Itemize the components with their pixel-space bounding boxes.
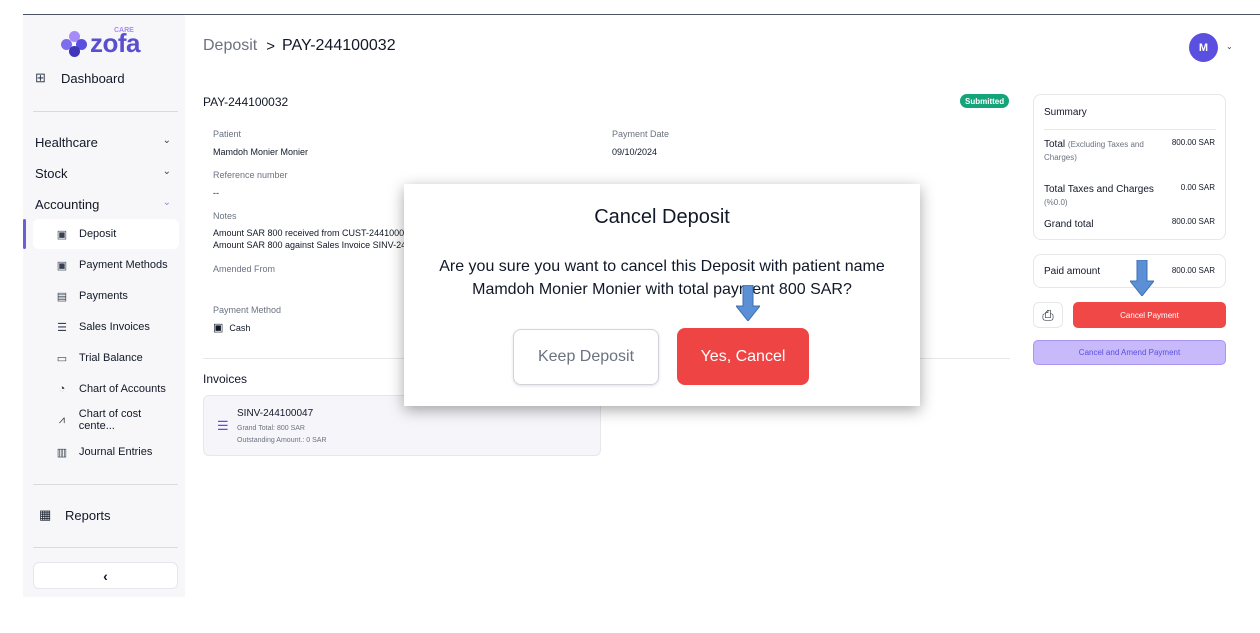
payment-date-value: 09/10/2024: [612, 147, 658, 157]
sidebar-item-payments[interactable]: ▤ Payments: [33, 281, 179, 311]
sidebar-group-accounting[interactable]: Accounting ⌄: [35, 197, 171, 212]
amended-from-label: Amended From: [213, 264, 276, 274]
invoice-grand-total: Grand Total: 800 SAR: [237, 425, 305, 432]
chevron-down-icon: ⌄: [162, 135, 171, 146]
printer-icon: ⎙: [1042, 306, 1054, 323]
breadcrumb-current: PAY-244100032: [282, 37, 396, 54]
summary-taxes-label: Total Taxes and Charges (%0.0): [1044, 183, 1154, 209]
patient-label: Patient: [213, 129, 242, 139]
sidebar-item-label: Journal Entries: [79, 446, 153, 458]
chevron-down-icon: ⌄: [162, 166, 171, 177]
sidebar-item-sales-invoices[interactable]: ☰ Sales Invoices: [33, 312, 179, 342]
collapse-sidebar-button[interactable]: ‹: [33, 562, 178, 589]
sidebar-item-payment-methods[interactable]: ▣ Payment Methods: [33, 250, 179, 280]
print-button[interactable]: ⎙: [1033, 302, 1063, 328]
chevron-left-icon: ‹: [103, 567, 108, 584]
summary-divider: [1044, 129, 1216, 130]
document-id: PAY-244100032: [203, 95, 289, 109]
sidebar-group-healthcare[interactable]: Healthcare ⌄: [35, 135, 171, 150]
sidebar-item-label: Chart of cost cente...: [78, 408, 142, 432]
sidebar-item-journal-entries[interactable]: ▥ Journal Entries: [33, 437, 179, 467]
summary-taxes-value: 0.00 SAR: [1180, 183, 1215, 192]
summary-grand-value: 800.00 SAR: [1171, 217, 1215, 226]
invoices-title: Invoices: [203, 372, 248, 386]
cash-icon: ▣: [56, 259, 68, 272]
sidebar-item-trial-balance[interactable]: ▭ Trial Balance: [33, 343, 179, 373]
sidebar-group-label: Stock: [35, 166, 68, 181]
summary-taxes-note: (%0.0): [1044, 198, 1068, 207]
status-badge: Submitted: [960, 94, 1010, 108]
sidebar-item-label: Payment Methods: [79, 259, 168, 271]
reference-label: Reference number: [213, 170, 288, 180]
report-icon: ▦: [39, 507, 52, 522]
summary-grand-label: Grand total: [1044, 219, 1094, 230]
sidebar-item-label: Deposit: [79, 228, 117, 240]
reference-value: --: [213, 188, 219, 198]
summary-total-value: 800.00 SAR: [1171, 138, 1215, 147]
summary-total-label: Total (Excluding Taxes and Charges): [1044, 138, 1159, 164]
invoice-id: SINV-244100047: [237, 408, 314, 419]
paid-amount-value: 800.00 SAR: [1171, 266, 1215, 275]
sidebar-divider: [33, 547, 178, 548]
sidebar-item-reports[interactable]: ▦ Reports: [39, 507, 111, 523]
invoice-outstanding: Outstanding Amount.: 0 SAR: [237, 437, 327, 444]
yes-cancel-button[interactable]: Yes, Cancel: [677, 328, 809, 385]
summary-title: Summary: [1044, 107, 1087, 118]
chevron-up-icon: ⌄: [162, 197, 171, 208]
clipboard-icon: ▥: [56, 446, 68, 459]
cancel-deposit-dialog: Cancel Deposit Are you sure you want to …: [404, 184, 920, 406]
logo-care-label: CARE: [114, 27, 134, 34]
document-icon: ☰: [217, 418, 229, 433]
cancel-amend-payment-button[interactable]: Cancel and Amend Payment: [1033, 340, 1226, 365]
sidebar-group-stock[interactable]: Stock ⌄: [35, 166, 171, 181]
annotation-arrow-icon: [1130, 260, 1154, 296]
avatar[interactable]: M: [1189, 33, 1218, 62]
payment-method-value: ▣ Cash: [213, 322, 250, 334]
sidebar-divider: [33, 484, 178, 485]
chevron-down-icon[interactable]: ⌄: [1226, 42, 1233, 51]
summary-panel: Summary Total (Excluding Taxes and Charg…: [1033, 94, 1226, 240]
cancel-payment-button[interactable]: Cancel Payment: [1073, 302, 1226, 328]
notes-line-1: Amount SAR 800 received from CUST-244100…: [213, 228, 405, 238]
pie-chart-icon: ◔: [58, 383, 66, 395]
dialog-message: Are you sure you want to cancel this Dep…: [439, 258, 885, 298]
sidebar-item-deposit[interactable]: ▣ Deposit: [23, 219, 179, 249]
sidebar-item-label: Reports: [65, 507, 111, 523]
sidebar-group-label: Healthcare: [35, 135, 98, 150]
payment-date-label: Payment Date: [612, 129, 670, 139]
sidebar-item-label: Trial Balance: [79, 352, 143, 364]
cash-icon: ▣: [56, 228, 68, 241]
sidebar-item-cost-centers[interactable]: ⩘ Chart of cost cente...: [33, 405, 179, 435]
keep-deposit-button[interactable]: Keep Deposit: [513, 329, 659, 385]
receipt-icon: ▤: [56, 290, 68, 303]
notes-line-2: Amount SAR 800 against Sales Invoice SIN…: [213, 240, 407, 250]
notes-label: Notes: [213, 211, 237, 221]
sidebar-item-dashboard[interactable]: ⊞ Dashboard: [35, 70, 125, 86]
summary-total-text: Total: [1044, 139, 1066, 150]
summary-taxes-text: Total Taxes and Charges: [1044, 184, 1154, 195]
sidebar-item-chart-of-accounts[interactable]: ◔ Chart of Accounts: [33, 374, 179, 404]
breadcrumb-separator: >: [266, 37, 276, 55]
payment-method-text: Cash: [229, 323, 251, 333]
sidebar-item-label: Sales Invoices: [79, 321, 150, 333]
sidebar-item-label: Chart of Accounts: [79, 383, 166, 395]
grid-icon: ⊞: [35, 70, 46, 85]
breadcrumb: Deposit > PAY-244100032: [203, 37, 396, 55]
sidebar-item-label: Dashboard: [61, 70, 125, 86]
line-chart-icon: ⩘: [58, 413, 65, 426]
annotation-arrow-icon: [736, 285, 760, 321]
sidebar-divider: [33, 111, 178, 112]
card-icon: ▭: [56, 352, 68, 365]
sidebar: zofa CARE ⊞ Dashboard Healthcare ⌄ Stock…: [23, 15, 185, 597]
dialog-title: Cancel Deposit: [594, 206, 730, 228]
paid-amount-label: Paid amount: [1044, 266, 1101, 277]
cash-icon: ▣: [213, 322, 224, 334]
breadcrumb-root[interactable]: Deposit: [203, 37, 257, 55]
document-icon: ☰: [57, 321, 67, 334]
sidebar-item-label: Payments: [79, 290, 128, 302]
sidebar-group-label: Accounting: [35, 197, 100, 212]
payment-method-label: Payment Method: [213, 305, 282, 315]
logo-icon: [61, 30, 87, 57]
patient-value: Mamdoh Monier Monier: [213, 147, 309, 157]
